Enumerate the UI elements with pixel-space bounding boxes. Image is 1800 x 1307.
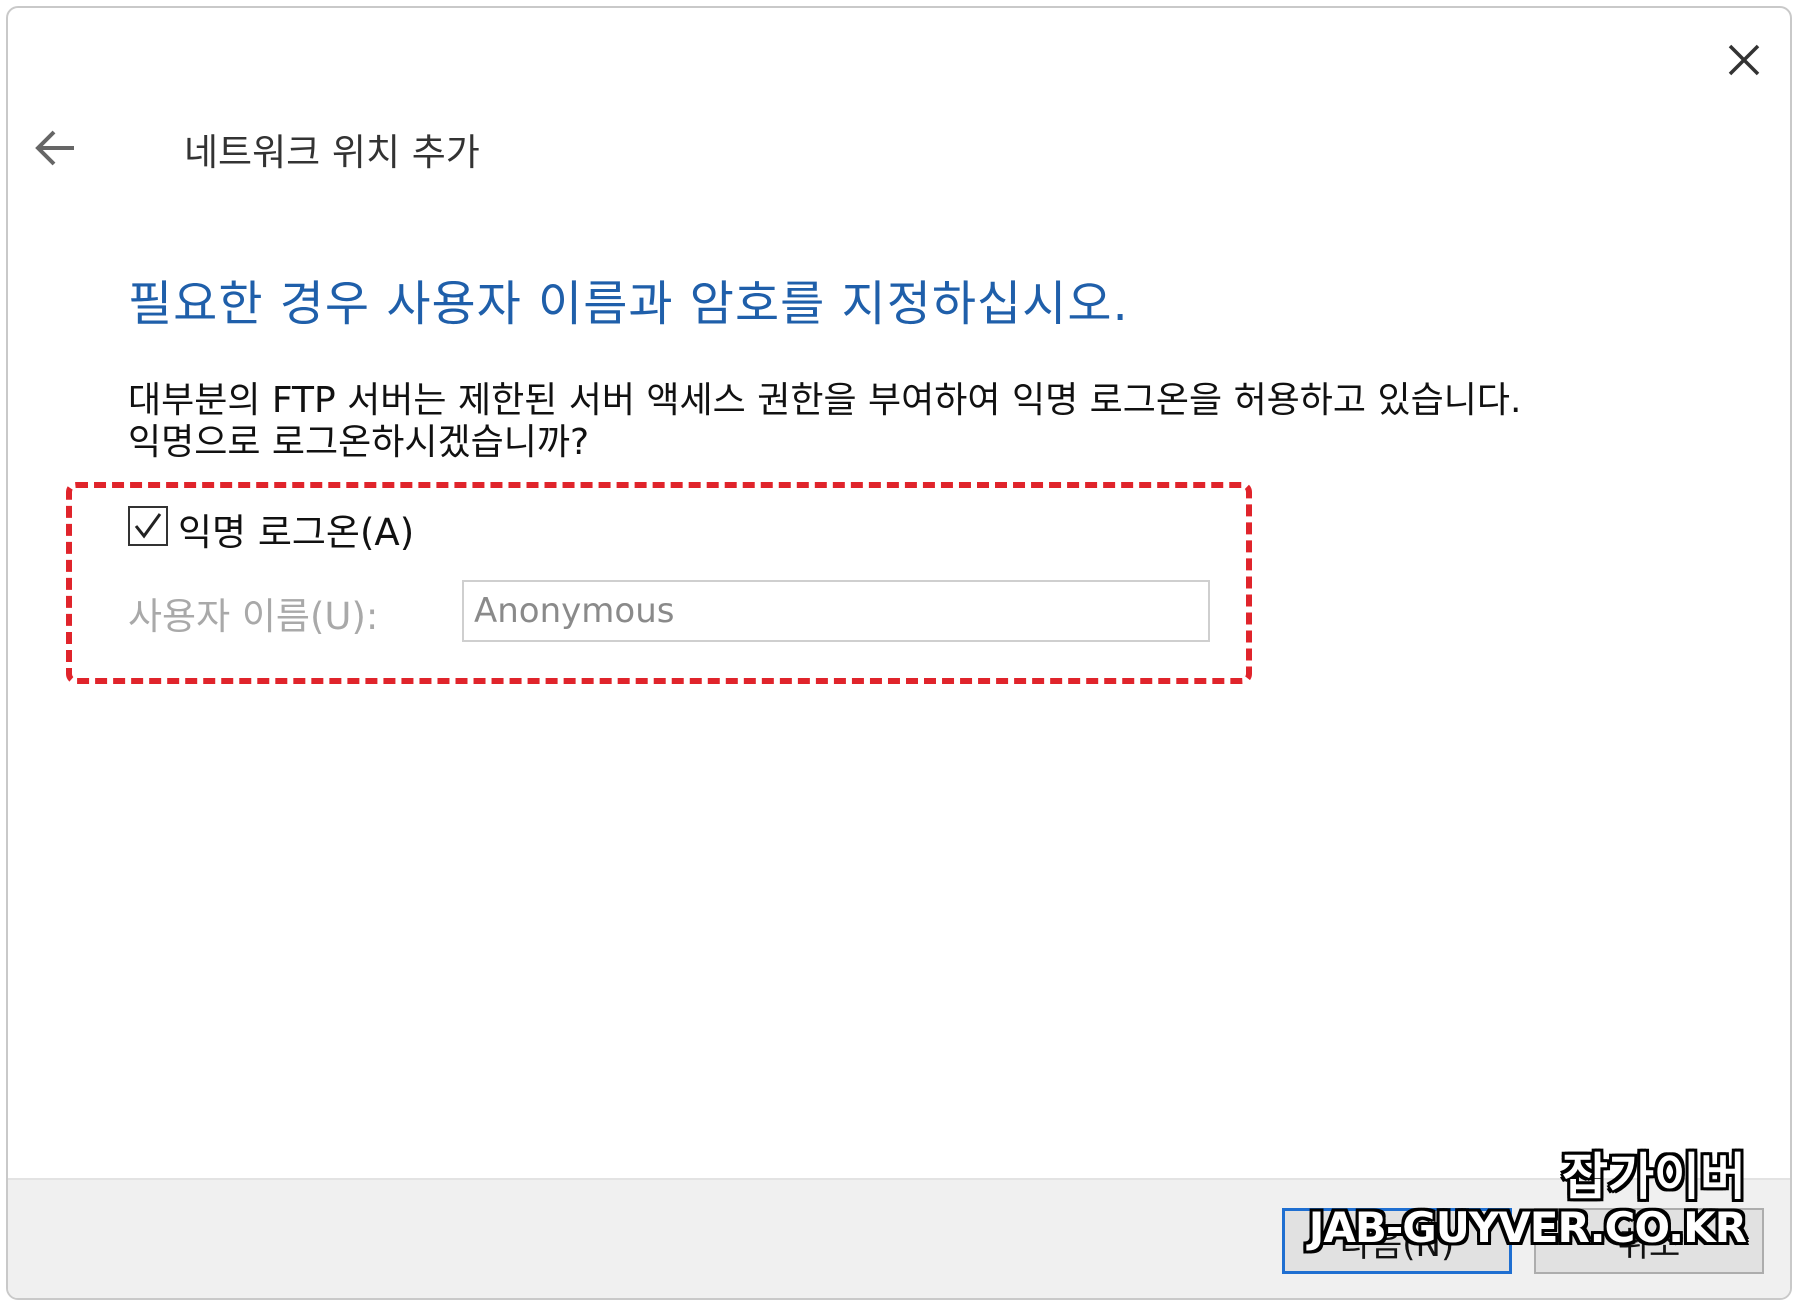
- page-heading: 필요한 경우 사용자 이름과 암호를 지정하십시오.: [128, 276, 1129, 332]
- watermark-line-1: 잡가이버: [1562, 1148, 1746, 1206]
- dialog-window: 네트워크 위치 추가 필요한 경우 사용자 이름과 암호를 지정하십시오. 대부…: [6, 6, 1792, 1300]
- close-icon: [1728, 44, 1760, 76]
- description-line-2: 익명으로 로그온하시겠습니까?: [128, 422, 590, 463]
- username-label: 사용자 이름(U):: [128, 595, 379, 638]
- description-line-1: 대부분의 FTP 서버는 제한된 서버 액세스 권한을 부여하여 익명 로그온을…: [128, 380, 1522, 421]
- back-arrow-icon: [35, 130, 74, 166]
- back-button[interactable]: [32, 124, 80, 172]
- close-button[interactable]: [1716, 32, 1772, 88]
- watermark: 잡가이버 JAB-GUYVER.CO.KR: [1308, 1148, 1747, 1252]
- anonymous-login-label[interactable]: 익명 로그온(A): [178, 502, 414, 556]
- watermark-line-2: JAB-GUYVER.CO.KR: [1308, 1203, 1747, 1252]
- description: 대부분의 FTP 서버는 제한된 서버 액세스 권한을 부여하여 익명 로그온을…: [128, 380, 1521, 464]
- window-title: 네트워크 위치 추가: [184, 131, 480, 174]
- checkmark-icon: [134, 513, 162, 539]
- username-input[interactable]: [462, 580, 1210, 642]
- anonymous-login-checkbox[interactable]: [128, 506, 168, 546]
